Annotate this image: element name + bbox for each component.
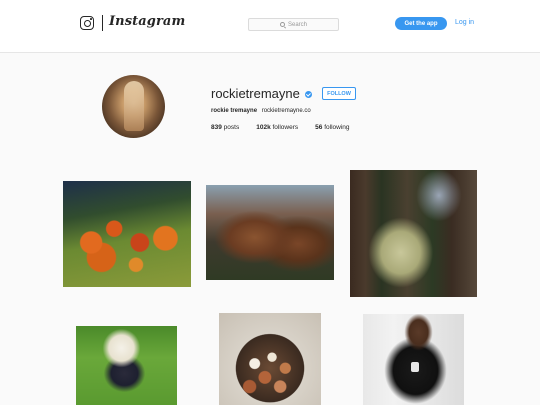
search-input[interactable]: Search — [248, 18, 339, 31]
profile-avatar[interactable] — [102, 75, 165, 138]
follow-button[interactable]: FOLLOW — [322, 87, 356, 100]
instagram-wordmark[interactable]: Instagram — [109, 14, 185, 29]
profile-website-link[interactable]: rockietremayne.co — [262, 108, 311, 114]
followers-stat[interactable]: 102k followers — [256, 124, 298, 131]
following-label: following — [324, 124, 350, 131]
logo-divider — [102, 15, 103, 31]
post-thumbnail-ferns[interactable] — [350, 170, 477, 297]
posts-count: 839 — [211, 124, 222, 131]
profile-full-name: rockie tremayne — [211, 108, 258, 114]
search-icon — [279, 22, 285, 27]
following-count: 56 — [315, 124, 323, 131]
verified-badge-icon — [305, 91, 312, 98]
instagram-camera-icon[interactable] — [80, 16, 94, 30]
post-thumbnail-cow[interactable] — [206, 185, 334, 280]
search-placeholder: Search — [287, 21, 307, 28]
top-nav: Instagram Search Get the app Log in — [0, 0, 540, 53]
followers-count: 102k — [256, 124, 271, 131]
posts-label: posts — [223, 124, 240, 131]
post-thumbnail-pumpkins[interactable] — [63, 181, 191, 287]
profile-bio: rockie tremayne rockietremayne.co — [211, 108, 311, 114]
followers-label: followers — [272, 124, 299, 131]
post-thumbnail-eggs[interactable] — [219, 313, 321, 405]
get-the-app-button[interactable]: Get the app — [395, 17, 447, 30]
post-thumbnail-portrait[interactable] — [363, 314, 464, 405]
following-stat[interactable]: 56 following — [315, 124, 349, 131]
profile-username: rockietremayne — [211, 86, 300, 101]
post-thumbnail-child[interactable] — [76, 326, 177, 405]
posts-stat: 839 posts — [211, 124, 239, 131]
login-link[interactable]: Log in — [455, 19, 474, 26]
profile-stats: 839 posts 102k followers 56 following — [211, 124, 367, 131]
